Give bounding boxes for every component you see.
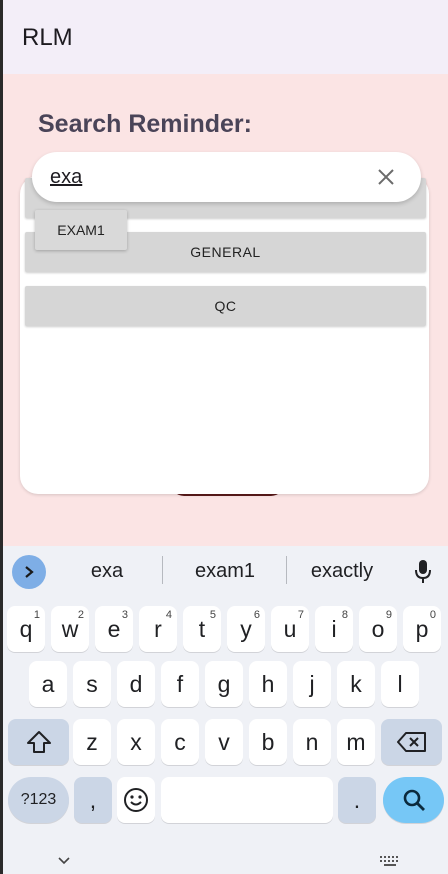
search-key[interactable]	[383, 777, 444, 823]
key-c[interactable]: c	[161, 719, 199, 765]
key-g[interactable]: g	[205, 661, 243, 707]
app-title: RLM	[22, 24, 73, 51]
key-w[interactable]: w2	[51, 606, 89, 652]
key-number-hint: 9	[385, 609, 392, 621]
shift-key[interactable]	[8, 719, 69, 765]
key-p[interactable]: p0	[403, 606, 441, 652]
space-key[interactable]	[161, 777, 333, 823]
window-edge	[0, 0, 3, 874]
chevron-down-icon[interactable]	[57, 856, 71, 866]
key-y[interactable]: y6	[227, 606, 265, 652]
autocomplete-suggestion[interactable]: EXAM1	[35, 210, 127, 250]
emoji-key[interactable]	[117, 777, 155, 823]
key-label: o	[371, 615, 385, 642]
backspace-key[interactable]	[381, 719, 442, 765]
key-x[interactable]: x	[117, 719, 155, 765]
chevron-right-icon	[25, 566, 34, 578]
expand-toolbar-button[interactable]	[12, 555, 46, 589]
key-number-hint: 2	[77, 609, 84, 621]
period-key[interactable]: .	[338, 777, 376, 823]
key-number-hint: 5	[209, 609, 216, 621]
suggestion-divider	[162, 556, 163, 584]
search-input-value[interactable]: exa	[50, 166, 82, 189]
keyboard-suggestion[interactable]: exam1	[172, 560, 278, 583]
suggestion-divider	[286, 556, 287, 584]
key-b[interactable]: b	[249, 719, 287, 765]
key-number-hint: 1	[33, 609, 40, 621]
close-icon[interactable]	[375, 166, 397, 188]
key-n[interactable]: n	[293, 719, 331, 765]
key-number-hint: 7	[297, 609, 304, 621]
key-o[interactable]: o9	[359, 606, 397, 652]
search-icon	[403, 789, 425, 811]
key-q[interactable]: q1	[7, 606, 45, 652]
key-label: e	[107, 615, 121, 642]
keyboard-suggestion[interactable]: exa	[62, 560, 152, 583]
key-r[interactable]: r4	[139, 606, 177, 652]
key-number-hint: 3	[121, 609, 128, 621]
key-label: u	[283, 615, 297, 642]
key-u[interactable]: u7	[271, 606, 309, 652]
key-number-hint: 6	[253, 609, 260, 621]
keyboard-suggestion[interactable]: exactly	[292, 560, 392, 583]
key-e[interactable]: e3	[95, 606, 133, 652]
key-s[interactable]: s	[73, 661, 111, 707]
key-label: r	[154, 615, 162, 642]
shift-icon	[26, 731, 51, 753]
key-number-hint: 8	[341, 609, 348, 621]
key-number-hint: 0	[429, 609, 436, 621]
microphone-icon[interactable]	[412, 558, 434, 584]
key-number-hint: 4	[165, 609, 172, 621]
key-l[interactable]: l	[381, 661, 419, 707]
key-j[interactable]: j	[293, 661, 331, 707]
key-m[interactable]: m	[337, 719, 375, 765]
comma-key[interactable]: ,	[74, 777, 112, 823]
key-label: p	[415, 615, 429, 642]
search-input[interactable]: exa	[32, 152, 421, 202]
emoji-icon	[124, 788, 148, 812]
key-i[interactable]: i8	[315, 606, 353, 652]
backspace-icon	[396, 732, 426, 752]
key-a[interactable]: a	[29, 661, 67, 707]
keyboard-switch-icon[interactable]	[380, 856, 400, 868]
key-label: w	[61, 615, 79, 642]
section-title: Search Reminder:	[38, 110, 252, 138]
category-button-qc[interactable]: QC	[25, 286, 426, 326]
key-t[interactable]: t5	[183, 606, 221, 652]
navigation-bar	[0, 846, 448, 874]
key-h[interactable]: h	[249, 661, 287, 707]
key-k[interactable]: k	[337, 661, 375, 707]
symbols-key[interactable]: ?123	[8, 777, 69, 823]
key-label: q	[19, 615, 33, 642]
key-z[interactable]: z	[73, 719, 111, 765]
suggestion-strip: exa exam1 exactly	[0, 546, 448, 596]
key-f[interactable]: f	[161, 661, 199, 707]
soft-keyboard: exa exam1 exactly q1 w2 e3 r4 t5 y6 u7 i…	[0, 546, 448, 874]
key-label: i	[331, 615, 337, 642]
key-label: y	[240, 615, 252, 642]
key-v[interactable]: v	[205, 719, 243, 765]
app-bar: RLM	[0, 0, 448, 74]
key-d[interactable]: d	[117, 661, 155, 707]
key-label: t	[198, 615, 206, 642]
